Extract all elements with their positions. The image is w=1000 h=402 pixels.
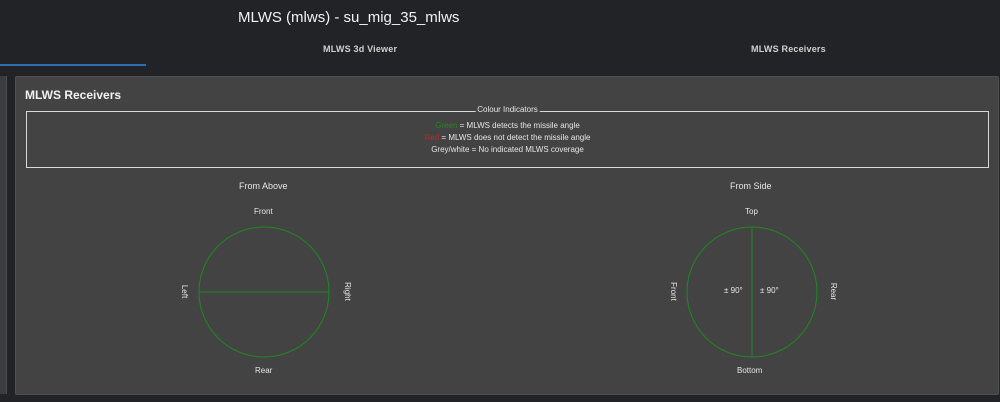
from-above-diagram xyxy=(198,226,330,358)
side-front-label: Front xyxy=(668,282,678,301)
tab-mlws-3d-viewer[interactable]: MLWS 3d Viewer xyxy=(323,44,397,54)
side-rear-label: Rear xyxy=(829,282,839,301)
legend-red-line: Red = MLWS does not detect the missile a… xyxy=(27,133,988,142)
panel-title: MLWS Receivers xyxy=(25,88,122,102)
side-bottom-label: Bottom xyxy=(737,366,763,375)
above-right-label: Right xyxy=(342,282,352,301)
legend-red-text: = MLWS does not detect the missile angle xyxy=(439,133,591,142)
above-front-label: Front xyxy=(254,207,273,216)
legend-grey-line: Grey/white = No indicated MLWS coverage xyxy=(431,145,584,154)
from-side-diagram xyxy=(686,226,818,358)
from-side-title: From Side xyxy=(730,181,772,191)
from-above-title: From Above xyxy=(239,181,288,191)
active-tab-indicator xyxy=(0,64,146,66)
legend-red-word: Red xyxy=(424,133,440,142)
header-bar: MLWS (mlws) - su_mig_35_mlws MLWS 3d Vie… xyxy=(0,0,1000,68)
tab-mlws-receivers[interactable]: MLWS Receivers xyxy=(751,44,826,54)
legend-green-text: = MLWS detects the missile angle xyxy=(457,121,580,130)
above-left-label: Left xyxy=(180,284,190,299)
side-top-label: Top xyxy=(745,207,758,216)
page-title: MLWS (mlws) - su_mig_35_mlws xyxy=(238,9,460,26)
legend-green-word: Green xyxy=(435,121,458,130)
colour-indicators-legend: Colour Indicators Green = MLWS detects t… xyxy=(26,105,989,168)
side-panel-edge xyxy=(0,76,7,394)
legend-caption: Colour Indicators xyxy=(475,105,540,114)
above-rear-label: Rear xyxy=(255,366,273,375)
mlws-receivers-panel: MLWS Receivers Colour Indicators Green =… xyxy=(15,76,999,395)
legend-green-line: Green = MLWS detects the missile angle xyxy=(27,121,988,130)
